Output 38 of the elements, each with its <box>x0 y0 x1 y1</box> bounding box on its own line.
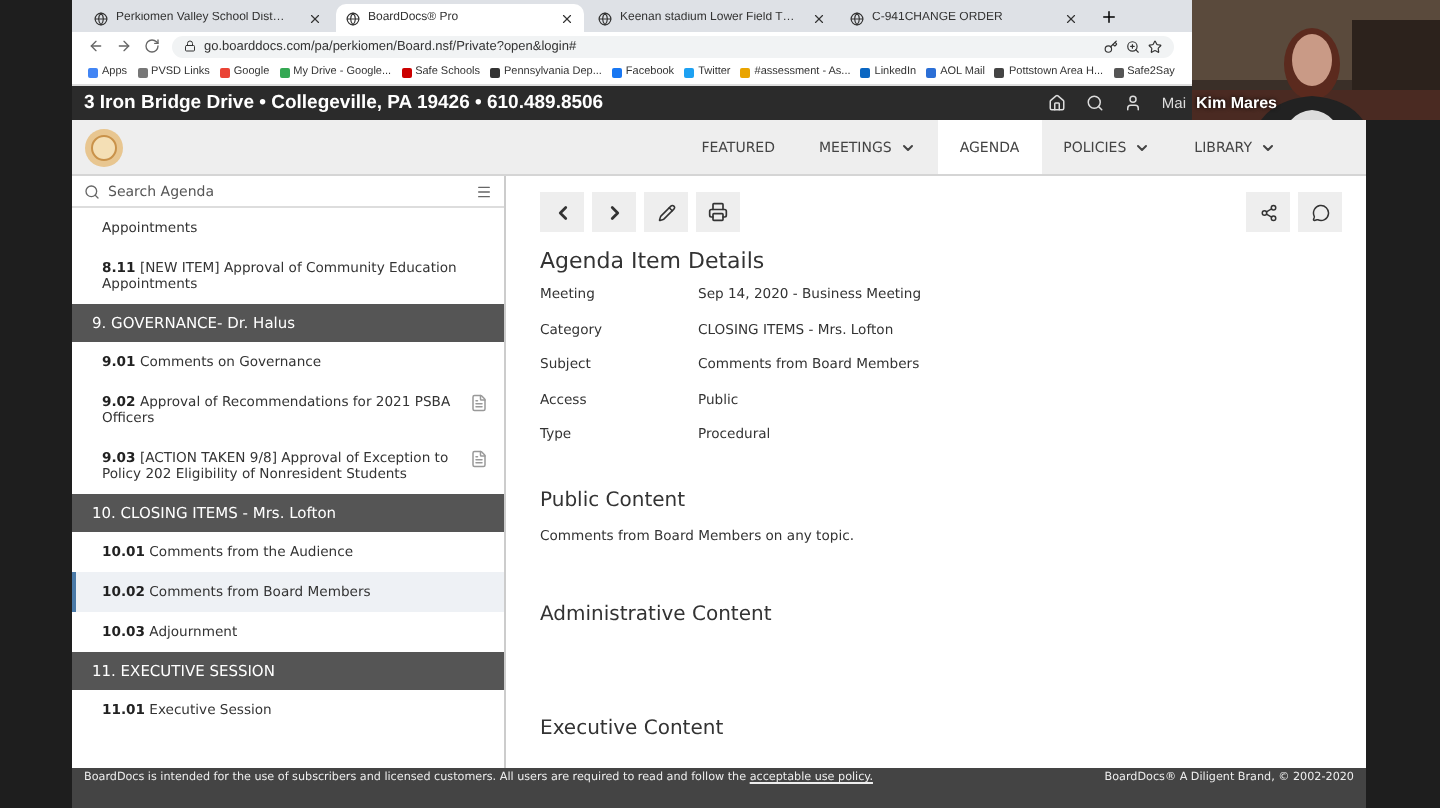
district-address: 3 Iron Bridge Drive • Collegeville, PA 19426 • 610.489.8506 <box>84 92 606 114</box>
user-icon[interactable] <box>1123 94 1142 112</box>
site-icon <box>598 11 612 25</box>
pencil-icon <box>657 203 675 221</box>
star-icon[interactable] <box>1148 39 1162 53</box>
previous-button[interactable] <box>540 192 584 232</box>
new-tab-icon[interactable] <box>1100 7 1118 25</box>
district-seal-icon <box>84 127 124 167</box>
close-icon[interactable] <box>812 11 826 25</box>
print-button[interactable] <box>696 192 740 232</box>
zoom-icon[interactable] <box>1126 39 1140 53</box>
back-icon[interactable] <box>88 38 104 54</box>
reload-icon[interactable] <box>144 38 160 54</box>
section-heading: Public Content <box>540 489 688 512</box>
close-icon[interactable] <box>1064 11 1078 25</box>
section-heading: Executive Content <box>540 717 726 740</box>
details-title: Agenda Item Details <box>540 248 767 274</box>
lock-icon <box>184 40 196 52</box>
next-button[interactable] <box>592 192 636 232</box>
site-icon <box>94 11 108 25</box>
forward-icon[interactable] <box>116 38 132 54</box>
site-icon <box>850 11 864 25</box>
comment-button[interactable] <box>1298 192 1342 232</box>
close-icon[interactable] <box>560 11 574 25</box>
key-icon[interactable] <box>1104 39 1118 53</box>
search-icon <box>84 183 100 199</box>
site-icon <box>346 11 360 25</box>
printer-icon <box>708 202 728 222</box>
section-heading: Administrative Content <box>540 603 774 626</box>
share-button[interactable] <box>1246 192 1290 232</box>
home-icon[interactable] <box>1047 94 1066 112</box>
speech-bubble-icon <box>1311 203 1329 221</box>
search-icon[interactable] <box>1085 94 1104 112</box>
close-icon[interactable] <box>308 11 322 25</box>
participant-name: Kim Mares <box>1196 94 1277 112</box>
share-icon <box>1259 203 1277 221</box>
edit-button[interactable] <box>644 192 688 232</box>
menu-icon[interactable] <box>476 183 492 199</box>
